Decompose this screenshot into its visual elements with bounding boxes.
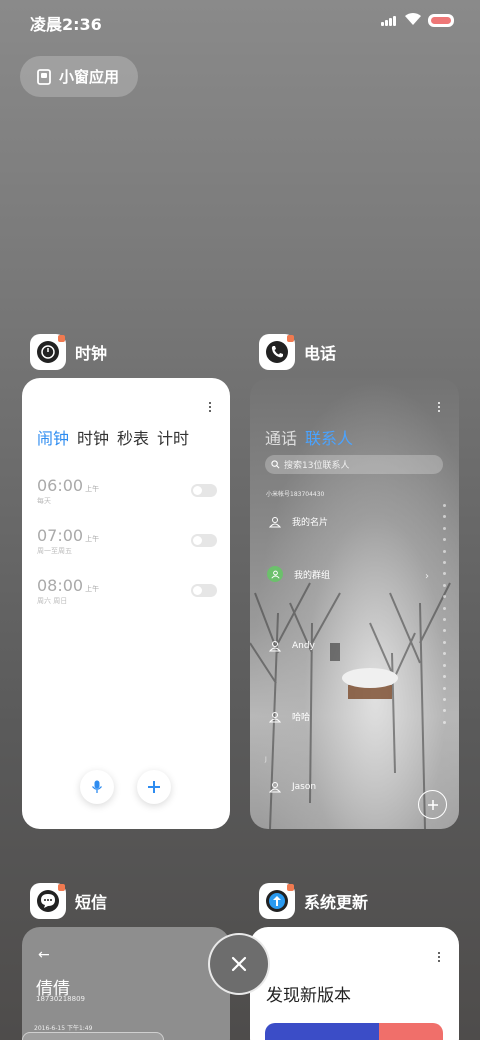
sms-app-card[interactable]: ← 倩倩 18730218809 2016-6-15 下午1:49	[22, 927, 230, 1040]
alarm-time: 06:00	[37, 476, 84, 495]
small-window-label: 小窗应用	[59, 68, 120, 86]
contact-person-icon	[269, 711, 281, 722]
tab-contacts[interactable]: 联系人	[305, 425, 353, 449]
status-bar: 凌晨2:36	[0, 0, 480, 42]
alarm-ampm: 上午	[85, 585, 100, 593]
alarm-repeat: 周一至周五	[37, 547, 72, 555]
contact-row[interactable]: Andy	[269, 640, 315, 652]
clock-app-icon	[30, 334, 66, 370]
alarm-repeat: 每天	[37, 497, 51, 505]
alarm-item[interactable]: 07:00 上午 周一至周五	[37, 526, 217, 556]
contact-row[interactable]: Jason	[269, 781, 316, 793]
system-update-app-card[interactable]: 发现新版本	[250, 927, 459, 1040]
app-name-sms: 短信	[75, 893, 108, 912]
more-options-icon[interactable]	[437, 402, 441, 414]
clear-all-button[interactable]	[208, 933, 270, 995]
contact-name: 我的名片	[292, 518, 329, 528]
app-header-phone[interactable]: 电话	[259, 334, 336, 370]
alarm-ampm: 上午	[85, 535, 100, 543]
signal-icon	[381, 14, 399, 26]
phone-app-icon	[259, 334, 295, 370]
microphone-icon	[91, 780, 103, 793]
contact-person-icon	[269, 782, 281, 793]
contact-row[interactable]: 我的群组	[267, 566, 331, 582]
add-alarm-button[interactable]	[137, 770, 171, 804]
more-options-icon[interactable]	[208, 402, 212, 414]
update-banner-image	[265, 1023, 443, 1040]
contact-name: Andy	[292, 641, 315, 651]
sms-app-icon	[30, 883, 66, 919]
phone-app-card[interactable]: 通话 联系人 搜索13位联系人 小米帐号183704430 我的名片 我的群组 …	[250, 378, 459, 829]
alarm-toggle[interactable]	[191, 534, 217, 547]
small-window-icon	[37, 68, 51, 85]
add-contact-button[interactable]	[418, 790, 447, 819]
contact-name: Jason	[292, 782, 317, 792]
app-name-phone: 电话	[304, 344, 337, 363]
contact-name: 哈哈	[292, 713, 311, 723]
alphabet-index-scrollbar[interactable]	[443, 504, 446, 724]
search-placeholder: 搜索13位联系人	[284, 461, 350, 471]
close-icon	[231, 956, 247, 972]
account-label[interactable]: 小米帐号183704430	[266, 489, 324, 498]
alarm-item[interactable]: 06:00 上午 每天	[37, 476, 217, 506]
wifi-icon	[405, 12, 421, 25]
index-letter: J	[265, 756, 267, 763]
tab-timer[interactable]: 计时	[157, 425, 189, 449]
small-window-apps-button[interactable]: 小窗应用	[20, 56, 138, 97]
alarm-item[interactable]: 08:00 上午 周六 周日	[37, 576, 217, 606]
alarm-toggle[interactable]	[191, 584, 217, 597]
tab-clock[interactable]: 时钟	[77, 425, 109, 449]
app-name-system-update: 系统更新	[304, 893, 369, 912]
update-title: 发现新版本	[266, 986, 351, 1006]
alarm-time: 08:00	[37, 576, 84, 595]
battery-icon	[428, 14, 454, 27]
plus-icon	[427, 799, 438, 810]
group-icon	[267, 566, 283, 582]
alarm-repeat: 周六 周日	[37, 597, 68, 605]
clock-tabs: 闹钟 时钟 秒表 计时	[37, 425, 189, 449]
contact-row[interactable]: 我的名片	[269, 515, 328, 528]
contact-search-input[interactable]: 搜索13位联系人	[265, 455, 443, 474]
back-arrow-icon[interactable]: ←	[38, 947, 50, 963]
status-time: 凌晨2:36	[30, 15, 102, 34]
app-header-system-update[interactable]: 系统更新	[259, 883, 368, 919]
alarm-ampm: 上午	[85, 485, 100, 493]
tab-alarm[interactable]: 闹钟	[37, 425, 69, 449]
chevron-right-icon: ›	[425, 571, 429, 582]
tab-stopwatch[interactable]: 秒表	[117, 425, 149, 449]
phone-tabs: 通话 联系人	[265, 425, 353, 449]
contact-person-icon	[269, 641, 281, 652]
sms-message-date: 2016-6-15 下午1:49	[34, 1025, 93, 1032]
message-bubble[interactable]	[22, 1032, 164, 1040]
clock-app-card[interactable]: 闹钟 时钟 秒表 计时 06:00 上午 每天 07:00 上午 周一至周五 08:…	[22, 378, 230, 829]
plus-icon	[148, 781, 160, 793]
system-update-app-icon	[259, 883, 295, 919]
contact-person-icon	[269, 516, 281, 527]
tab-calls[interactable]: 通话	[265, 425, 297, 449]
voice-alarm-button[interactable]	[80, 770, 114, 804]
app-header-sms[interactable]: 短信	[30, 883, 107, 919]
contact-name: 我的群组	[294, 570, 331, 581]
contact-row[interactable]: 哈哈	[269, 710, 310, 723]
alarm-toggle[interactable]	[191, 484, 217, 497]
search-icon	[271, 460, 280, 469]
more-options-icon[interactable]	[437, 952, 441, 964]
sms-contact-number: 18730218809	[36, 995, 85, 1003]
app-name-clock: 时钟	[75, 344, 108, 363]
app-header-clock[interactable]: 时钟	[30, 334, 107, 370]
alarm-time: 07:00	[37, 526, 84, 545]
